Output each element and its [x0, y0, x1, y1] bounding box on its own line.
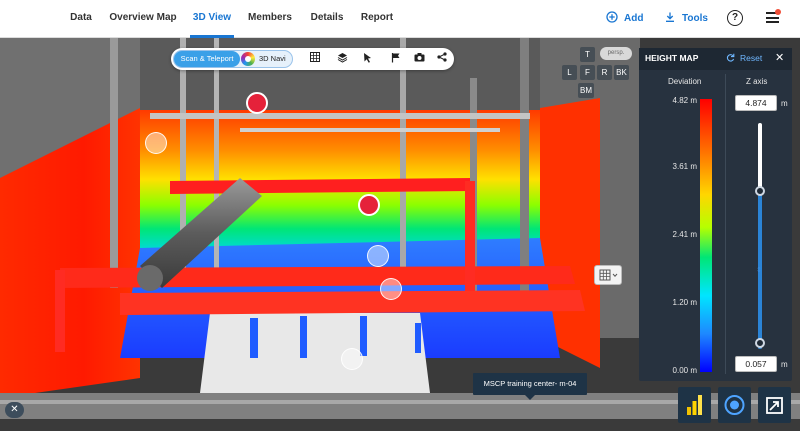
add-label: Add [624, 13, 644, 24]
refresh-icon [726, 53, 735, 62]
scan-point-marker[interactable] [145, 132, 167, 154]
layers-icon[interactable] [335, 52, 349, 66]
height-map-panel: HEIGHT MAP Reset ✕ Deviation Z axis 4.82… [639, 48, 792, 381]
scan-point-marker[interactable] [367, 245, 389, 267]
help-icon[interactable]: ? [727, 10, 743, 26]
z-min-input[interactable] [735, 356, 777, 372]
height-map-header: HEIGHT MAP Reset ✕ [639, 48, 792, 70]
reset-button[interactable]: Reset [726, 53, 762, 63]
tools-button[interactable]: Tools [664, 10, 708, 28]
height-map-title: HEIGHT MAP [645, 53, 699, 63]
tab-data[interactable]: Data [62, 0, 100, 38]
close-overlay-icon[interactable]: ✕ [5, 402, 24, 418]
grid-layout-dropdown[interactable] [594, 265, 622, 285]
deviation-color-scale [700, 99, 712, 372]
download-icon [666, 12, 674, 22]
scan-point-marker[interactable] [380, 278, 402, 300]
scan-point-marker[interactable] [341, 348, 363, 370]
3d-navi-mode[interactable]: 3D Navi [259, 51, 286, 67]
fullscreen-icon [766, 397, 783, 414]
panel-divider [725, 74, 726, 374]
scale-tick: 3.61 m [672, 162, 697, 171]
fullscreen-button[interactable] [758, 387, 791, 423]
view-back-button[interactable]: BK [614, 65, 629, 80]
range-drag-icon[interactable]: ⇕ [756, 266, 762, 274]
grid-icon [599, 269, 618, 281]
scale-tick: 0.00 m [672, 366, 697, 375]
annotation-marker[interactable] [246, 92, 268, 114]
tab-3d-view[interactable]: 3D View [190, 0, 234, 38]
flag-icon[interactable] [389, 52, 403, 66]
plus-circle-icon [606, 11, 618, 23]
deviation-label: Deviation [668, 77, 702, 86]
view-right-button[interactable]: R [597, 65, 612, 80]
z-range-upper-handle[interactable] [755, 185, 765, 196]
tab-members[interactable]: Members [246, 0, 294, 38]
navigation-mode-switch[interactable]: Scan & Teleport 3D Navi [173, 50, 293, 68]
scan-teleport-mode[interactable]: Scan & Teleport [174, 51, 240, 67]
perspective-toggle[interactable]: persp. [600, 47, 632, 60]
z-range-lower-handle[interactable] [755, 338, 765, 348]
camera-icon[interactable] [412, 52, 426, 66]
grid-view-icon[interactable] [308, 52, 322, 66]
share-icon[interactable] [435, 52, 449, 66]
notification-dot [775, 9, 781, 15]
scale-tick: 4.82 m [672, 96, 697, 105]
close-icon[interactable]: ✕ [775, 51, 784, 64]
tab-overview-map[interactable]: Overview Map [108, 0, 178, 38]
cursor-pointer-icon[interactable] [361, 52, 375, 66]
3d-navi-icon [241, 52, 255, 66]
viewer-toolbar: Scan & Teleport 3D Navi [171, 48, 454, 70]
zaxis-label: Z axis [746, 77, 768, 86]
annotation-marker[interactable] [358, 194, 380, 216]
reset-label: Reset [740, 53, 763, 63]
add-button[interactable]: Add [606, 10, 643, 28]
compass-icon [724, 395, 745, 415]
view-left-button[interactable]: L [562, 65, 577, 80]
tab-details[interactable]: Details [307, 0, 347, 38]
view-bottom-button[interactable]: BM [578, 83, 594, 98]
tools-label: Tools [682, 13, 708, 24]
tab-report[interactable]: Report [358, 0, 396, 38]
z-max-input[interactable] [735, 95, 777, 111]
view-top-button[interactable]: T [580, 47, 595, 62]
view-front-button[interactable]: F [580, 65, 595, 80]
scale-tick: 2.41 m [672, 230, 697, 239]
top-navigation-bar: Data Overview Map 3D View Members Detail… [0, 0, 800, 38]
scale-tick: 1.20 m [672, 298, 697, 307]
navigation-compass-button[interactable] [718, 387, 751, 423]
scan-location-tooltip: MSCP training center- m-04 [473, 373, 587, 400]
z-max-unit: m [781, 99, 788, 108]
z-min-unit: m [781, 360, 788, 369]
analytics-button[interactable] [678, 387, 711, 423]
bar-chart-icon [687, 395, 702, 415]
